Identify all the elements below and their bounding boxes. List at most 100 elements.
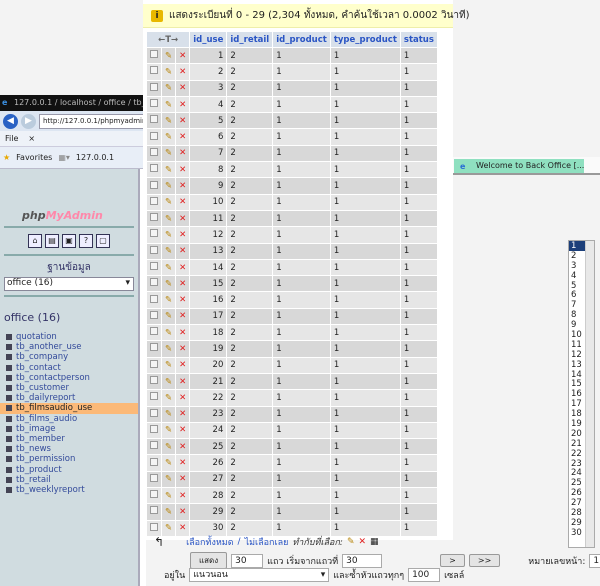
edit-icon[interactable]: ✎ — [165, 148, 172, 158]
repeat-headers-input[interactable]: 100 — [408, 568, 441, 582]
row-checkbox[interactable] — [150, 82, 158, 91]
favorites-button[interactable]: Favorites — [16, 153, 52, 162]
delete-icon[interactable]: ✕ — [179, 83, 186, 93]
row-checkbox[interactable] — [150, 441, 158, 450]
edit-icon[interactable]: ✎ — [165, 263, 172, 273]
delete-icon[interactable]: ✕ — [179, 100, 186, 110]
back-button[interactable]: ◀ — [3, 113, 18, 129]
delete-icon[interactable]: ✕ — [179, 442, 186, 452]
edit-icon[interactable]: ✎ — [165, 246, 172, 256]
edit-icon[interactable]: ✎ — [165, 181, 172, 191]
delete-icon[interactable]: ✕ — [179, 328, 186, 338]
delete-icon[interactable]: ✕ — [179, 409, 186, 419]
edit-icon[interactable]: ✎ — [165, 409, 172, 419]
delete-icon[interactable]: ✕ — [179, 197, 186, 207]
uncheck-all-link[interactable]: ไม่เลือกเลย — [245, 535, 289, 549]
edit-icon[interactable]: ✎ — [165, 279, 172, 289]
row-checkbox[interactable] — [150, 473, 158, 482]
edit-icon[interactable]: ✎ — [165, 474, 172, 484]
check-all-link[interactable]: เลือกทั้งหมด — [186, 535, 233, 549]
delete-icon[interactable]: ✕ — [179, 311, 186, 321]
page-option[interactable]: 19 — [569, 419, 586, 429]
column-header[interactable]: id_product — [273, 32, 330, 47]
delete-icon[interactable]: ✕ — [179, 344, 186, 354]
help-icon[interactable]: ▢ — [96, 234, 110, 248]
page-option[interactable]: 21 — [569, 439, 586, 449]
sidebar-table-item[interactable]: tb_company — [0, 352, 138, 362]
row-checkbox[interactable] — [150, 66, 158, 75]
rows-input[interactable]: 30 — [231, 553, 264, 568]
row-checkbox[interactable] — [150, 327, 158, 336]
sidebar-table-item[interactable]: tb_customer — [0, 383, 138, 393]
delete-icon[interactable]: ✕ — [179, 165, 186, 175]
edit-icon[interactable]: ✎ — [165, 116, 172, 126]
edit-icon[interactable]: ✎ — [165, 51, 172, 61]
row-checkbox[interactable] — [150, 457, 158, 466]
browser-tab[interactable]: e Welcome to Back Office [... — [454, 159, 584, 173]
delete-icon[interactable]: ✕ — [179, 181, 186, 191]
page-option[interactable]: 14 — [569, 370, 586, 380]
sidebar-table-item[interactable]: quotation — [0, 332, 138, 342]
page-option[interactable]: 12 — [569, 350, 586, 360]
delete-icon[interactable]: ✕ — [179, 425, 186, 435]
edit-icon[interactable]: ✎ — [165, 425, 172, 435]
edit-icon[interactable]: ✎ — [165, 523, 172, 533]
page-option[interactable]: 1 — [569, 241, 586, 251]
edit-icon[interactable]: ✎ — [165, 458, 172, 468]
row-checkbox[interactable] — [150, 262, 158, 270]
edit-icon[interactable]: ✎ — [165, 491, 172, 501]
page-option[interactable]: 10 — [569, 330, 586, 340]
row-checkbox[interactable] — [150, 115, 158, 124]
query-icon[interactable]: ▤ — [45, 234, 59, 248]
delete-icon[interactable]: ✕ — [179, 507, 186, 517]
page-option[interactable]: 24 — [569, 468, 586, 479]
delete-icon[interactable]: ✕ — [179, 377, 186, 387]
home-icon[interactable]: ⌂ — [28, 234, 42, 248]
forward-button[interactable]: ▶ — [21, 113, 36, 129]
row-checkbox[interactable] — [150, 294, 158, 303]
row-checkbox[interactable] — [150, 522, 158, 531]
row-checkbox[interactable] — [150, 392, 158, 401]
row-checkbox[interactable] — [150, 99, 158, 108]
edit-icon[interactable]: ✎ — [165, 311, 172, 321]
sidebar-table-item[interactable]: tb_product — [0, 464, 138, 475]
edit-icon[interactable]: ✎ — [165, 83, 172, 93]
column-header[interactable]: id_retail — [227, 32, 273, 47]
address-input[interactable]: http://127.0.0.1/phpmyadmin — [39, 113, 146, 129]
edit-icon[interactable]: ✎ — [165, 165, 172, 175]
delete-icon[interactable]: ✕ — [179, 279, 186, 289]
show-button[interactable]: แสดง — [190, 552, 228, 569]
page-number-select[interactable]: 1▾ — [589, 553, 600, 568]
row-checkbox[interactable] — [150, 229, 158, 238]
page-option[interactable]: 22 — [569, 449, 586, 459]
edit-icon[interactable]: ✎ — [165, 328, 172, 338]
close-tab-icon[interactable]: × — [28, 134, 35, 143]
sidebar-table-item[interactable]: tb_weeklyreport — [0, 485, 138, 495]
row-checkbox[interactable] — [150, 359, 158, 368]
sidebar-table-item[interactable]: tb_contactperson — [0, 373, 138, 383]
edit-icon[interactable]: ✎ — [165, 230, 172, 240]
page-option[interactable]: 5 — [569, 281, 586, 291]
page-option[interactable]: 28 — [569, 508, 586, 518]
column-header[interactable]: type_product — [330, 32, 400, 47]
edit-icon[interactable]: ✎ — [165, 507, 172, 517]
page-option[interactable]: 17 — [569, 399, 586, 409]
sidebar-table-item[interactable]: tb_image — [0, 424, 138, 434]
edit-icon[interactable]: ✎ — [165, 67, 172, 77]
edit-icon[interactable]: ✎ — [165, 442, 172, 452]
delete-icon[interactable]: ✕ — [179, 246, 186, 256]
delete-icon[interactable]: ✕ — [179, 132, 186, 142]
edit-icon[interactable]: ✎ — [347, 537, 355, 547]
sidebar-table-item[interactable]: tb_filmsaudio_use — [0, 403, 138, 414]
page-option[interactable]: 13 — [569, 360, 586, 370]
edit-icon[interactable]: ✎ — [165, 132, 172, 142]
row-checkbox[interactable] — [150, 131, 158, 140]
edit-icon[interactable]: ✎ — [165, 377, 172, 387]
page-option[interactable]: 2 — [569, 251, 586, 261]
delete-icon[interactable]: ✕ — [179, 491, 186, 501]
page-option[interactable]: 23 — [569, 459, 586, 469]
sidebar-table-item[interactable]: tb_retail — [0, 475, 138, 485]
page-option[interactable]: 7 — [569, 300, 586, 310]
edit-icon[interactable]: ✎ — [165, 295, 172, 305]
page-option[interactable]: 16 — [569, 389, 586, 399]
